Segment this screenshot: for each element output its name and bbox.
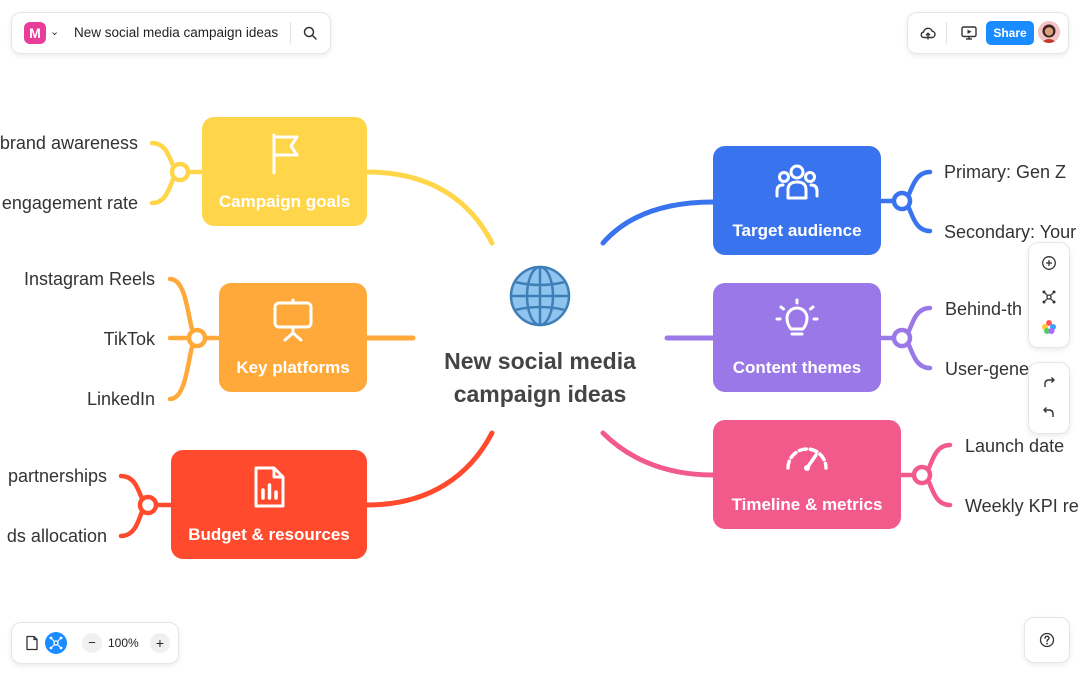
node-target-audience[interactable]: Target audience bbox=[713, 146, 881, 255]
node-campaign-goals[interactable]: Campaign goals bbox=[202, 117, 367, 226]
leaf-primary-gen-z[interactable]: Primary: Gen Z bbox=[944, 162, 1066, 183]
flag-icon bbox=[272, 133, 298, 175]
leaf-weekly-kpi[interactable]: Weekly KPI re bbox=[965, 496, 1079, 517]
zoom-level: 100% bbox=[108, 636, 139, 650]
zoom-toolbar: − 100% + bbox=[11, 622, 179, 664]
node-budget-resources[interactable]: Budget & resources bbox=[171, 450, 367, 559]
leaf-tiktok[interactable]: TikTok bbox=[104, 329, 155, 350]
node-label: Campaign goals bbox=[218, 192, 351, 211]
lightbulb-icon bbox=[775, 298, 819, 336]
page-icon[interactable] bbox=[24, 635, 40, 651]
node-label: Timeline & metrics bbox=[731, 495, 883, 514]
leaf-brand-awareness[interactable]: brand awareness bbox=[0, 133, 138, 154]
node-label: Key platforms bbox=[236, 358, 350, 377]
leaf-user-generated[interactable]: User-gene bbox=[945, 359, 1029, 380]
fork-content-themes bbox=[878, 305, 933, 371]
fork-target-audience bbox=[878, 169, 933, 234]
fork-campaign-goals bbox=[149, 140, 205, 206]
fork-budget bbox=[118, 473, 174, 539]
people-icon bbox=[775, 164, 819, 200]
history-toolbar bbox=[1028, 362, 1070, 434]
connector-campaign-goals bbox=[364, 169, 495, 246]
node-label: Target audience bbox=[732, 221, 862, 240]
connector-timeline bbox=[600, 430, 716, 478]
help-icon bbox=[1039, 632, 1055, 648]
zoom-in-button[interactable]: + bbox=[150, 633, 170, 653]
leaf-linkedin[interactable]: LinkedIn bbox=[87, 389, 155, 410]
leaf-instagram-reels[interactable]: Instagram Reels bbox=[24, 269, 155, 290]
node-timeline-metrics[interactable]: Timeline & metrics bbox=[713, 420, 901, 529]
leaf-engagement-rate[interactable]: engagement rate bbox=[2, 193, 138, 214]
leaf-secondary[interactable]: Secondary: Your bbox=[944, 222, 1076, 243]
node-key-platforms[interactable]: Key platforms bbox=[219, 283, 367, 392]
globe-icon bbox=[509, 265, 571, 327]
leaf-launch-date[interactable]: Launch date bbox=[965, 436, 1064, 457]
leaf-ads-allocation[interactable]: ds allocation bbox=[7, 526, 107, 547]
mindmap-canvas[interactable] bbox=[0, 0, 1080, 675]
connector-budget bbox=[364, 430, 495, 508]
presentation-icon bbox=[273, 298, 313, 342]
undo-icon[interactable] bbox=[1041, 405, 1057, 421]
side-toolbar bbox=[1028, 242, 1070, 348]
mindmap-layout-icon[interactable] bbox=[1041, 289, 1057, 305]
add-circle-icon[interactable] bbox=[1041, 255, 1057, 271]
central-topic-line1: New social media bbox=[444, 348, 636, 374]
node-label: Content themes bbox=[732, 358, 862, 377]
leaf-partnerships[interactable]: partnerships bbox=[8, 466, 107, 487]
color-palette-icon[interactable] bbox=[1041, 319, 1057, 335]
connector-target-audience bbox=[600, 199, 716, 246]
leaf-behind-the-scenes[interactable]: Behind-th bbox=[945, 299, 1022, 320]
central-topic-line2: campaign ideas bbox=[453, 381, 627, 407]
zoom-out-button[interactable]: − bbox=[82, 633, 102, 653]
speedometer-icon bbox=[786, 447, 828, 471]
central-topic[interactable]: New social media campaign ideas bbox=[420, 345, 660, 411]
node-content-themes[interactable]: Content themes bbox=[713, 283, 881, 392]
redo-icon[interactable] bbox=[1041, 375, 1057, 391]
report-icon bbox=[254, 466, 285, 508]
help-button[interactable] bbox=[1024, 617, 1070, 663]
fork-timeline bbox=[898, 442, 953, 508]
mindmap-mode-icon[interactable] bbox=[45, 632, 67, 654]
node-label: Budget & resources bbox=[188, 525, 350, 544]
fork-key-platforms bbox=[167, 276, 222, 402]
